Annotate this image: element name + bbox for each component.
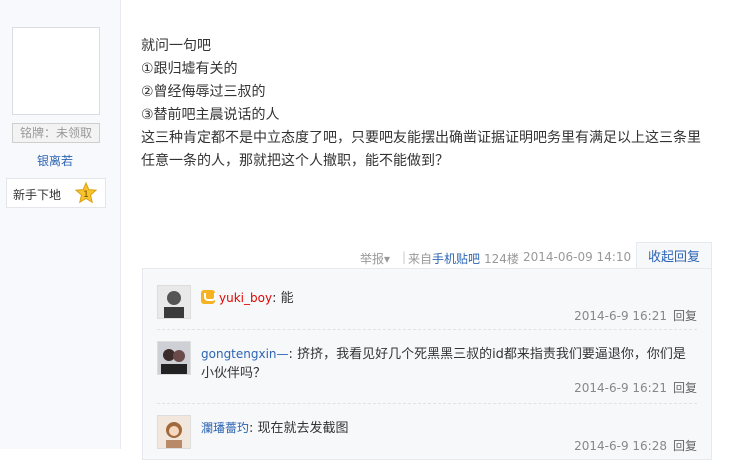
post-tail: 举报▾ | 来自手机贴吧 124楼 2014-06-09 14:10 收起回复 <box>340 242 712 273</box>
report-link[interactable]: 举报▾ <box>360 250 390 267</box>
post-line: ①跟归墟有关的 <box>141 61 238 77</box>
star-level-icon: 1 <box>75 182 97 204</box>
reply-button[interactable]: 回复 <box>673 381 697 395</box>
reply-username[interactable]: 瀾璠薔玓 <box>201 421 249 435</box>
post-line: 这三种肯定都不是中立态度了吧，只要吧友能摆出确凿证据证明吧务里有满足以上这三条里 <box>141 130 701 146</box>
reply-text: gongtengxin—: 挤挤，我看见好几个死黑黑三叔的id都来指责我们要逼退… <box>201 347 686 381</box>
post-line: 就问一句吧 <box>141 38 211 54</box>
reply-username[interactable]: yuki_boy <box>219 291 272 305</box>
reply-username[interactable]: gongtengxin— <box>201 347 289 361</box>
reply-button[interactable]: 回复 <box>673 309 697 323</box>
reply-time: 2014-6-9 16:21 <box>574 309 667 323</box>
reply-meta: 2014-6-9 16:28 回复 <box>574 437 697 454</box>
level-badge[interactable]: 新手下地 1 <box>6 178 106 208</box>
post-time: 2014-06-09 14:10 <box>523 250 632 264</box>
reply-list: yuki_boy: 能 2014-6-9 16:21 回复 gongtengxin… <box>142 268 712 460</box>
post-content: 就问一句吧 ①跟归墟有关的 ②曾经侮辱过三叔的 ③替前吧主晨说话的人 这三种肯定… <box>141 35 711 173</box>
post-line: ②曾经侮辱过三叔的 <box>141 84 266 100</box>
medal-badge[interactable]: 铭牌：未领取 <box>12 123 100 143</box>
source-text: 来自手机贴吧 <box>408 252 481 266</box>
level-label: 新手下地 <box>13 188 62 202</box>
mobile-tieba-link[interactable]: 手机贴吧 <box>432 252 480 266</box>
floor-number: 124楼 <box>484 252 519 266</box>
chevron-down-icon: ▾ <box>384 252 391 266</box>
vip-icon <box>201 290 216 304</box>
divider <box>157 403 697 404</box>
reply-time: 2014-6-9 16:21 <box>574 381 667 395</box>
divider: | <box>402 250 407 264</box>
reply-avatar[interactable] <box>157 341 191 375</box>
post-line: 任意一条的人，那就把这个人撤职，能不能做到？ <box>141 153 449 169</box>
reply-time: 2014-6-9 16:28 <box>574 439 667 453</box>
reply-avatar[interactable] <box>157 285 191 319</box>
scrollbar[interactable] <box>726 0 732 449</box>
reply-button[interactable]: 回复 <box>673 439 697 453</box>
reply-meta: 2014-6-9 16:21 回复 <box>574 379 697 396</box>
divider <box>157 329 697 330</box>
author-avatar[interactable] <box>12 27 100 115</box>
reply-avatar[interactable] <box>157 415 191 449</box>
author-name[interactable]: 银离若 <box>0 152 110 169</box>
post-line: ③替前吧主晨说话的人 <box>141 107 280 123</box>
reply-meta: 2014-6-9 16:21 回复 <box>574 307 697 324</box>
reply-text: yuki_boy: 能 <box>201 289 691 308</box>
level-number: 1 <box>83 190 89 200</box>
list-item: gongtengxin—: 挤挤，我看见好几个死黑黑三叔的id都来指责我们要逼退… <box>157 341 697 401</box>
reply-text: 瀾璠薔玓: 现在就去发截图 <box>201 421 349 436</box>
list-item: 瀾璠薔玓: 现在就去发截图 2014-6-9 16:28 回复 <box>157 415 697 459</box>
list-item: yuki_boy: 能 2014-6-9 16:21 回复 <box>157 285 697 325</box>
author-sidebar: 铭牌：未领取 银离若 新手下地 1 <box>0 0 121 449</box>
